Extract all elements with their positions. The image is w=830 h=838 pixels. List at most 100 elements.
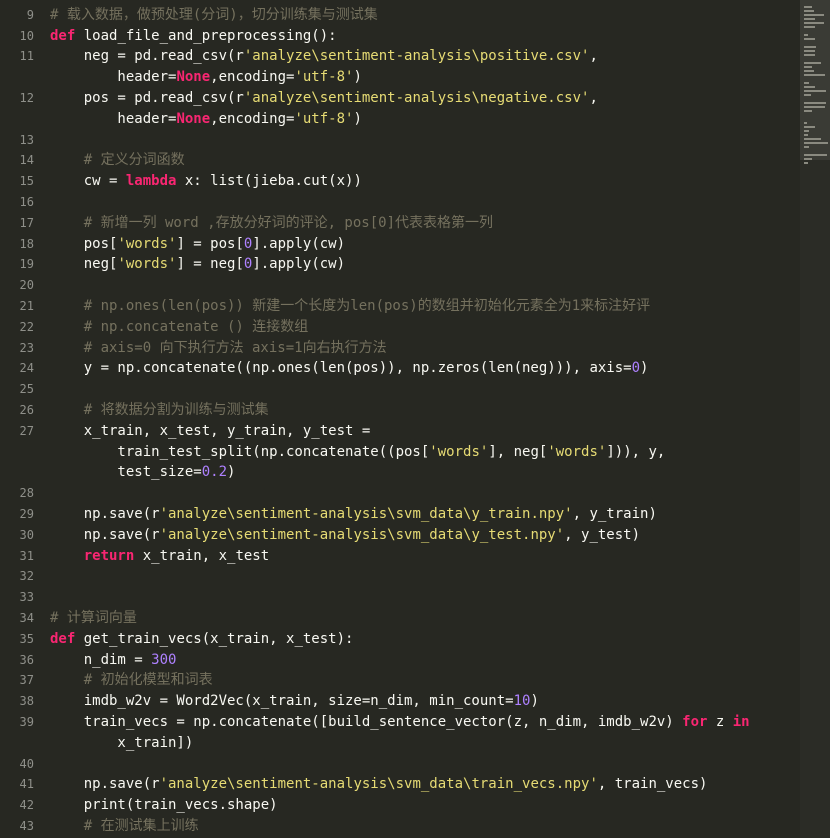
- code-token: 'words': [547, 443, 607, 460]
- code-line: np.save(r'analyze\sentiment-analysis\svm…: [50, 504, 657, 524]
- code-line: # np.ones(len(pos)) 新建一个长度为len(pos)的数组并初…: [50, 296, 650, 316]
- code-token: neg[: [50, 256, 118, 273]
- minimap[interactable]: [800, 0, 830, 838]
- code-token: header=: [50, 69, 177, 86]
- line-number: 9: [26, 7, 34, 22]
- code-token: # np.ones(len(pos)) 新建一个长度为len(pos)的数组并初…: [50, 298, 651, 314]
- code-token: y = np.concatenate((np.ones(len(pos)), n…: [50, 360, 632, 377]
- minimap-line: [804, 154, 828, 156]
- line-number: 29: [19, 507, 34, 521]
- code-token: 'utf-8': [294, 110, 354, 127]
- code-token: ,: [589, 48, 598, 65]
- line-number: 20: [19, 278, 34, 293]
- line-number: 33: [19, 590, 34, 605]
- code-token: in: [732, 714, 750, 730]
- minimap-line: [804, 82, 810, 84]
- code-line: imdb_w2v = Word2Vec(x_train, size=n_dim,…: [50, 691, 539, 711]
- line-number: 27: [19, 423, 34, 438]
- code-token: # 定义分词函数: [50, 152, 185, 169]
- code-line: # np.concatenate () 连接数组: [50, 317, 309, 337]
- line-number: 15: [19, 174, 34, 189]
- line-number: 26: [19, 403, 34, 417]
- line-number: 17: [19, 215, 34, 230]
- code-line: return x_train, x_test: [50, 546, 269, 566]
- code-line: pos['words'] = pos[0].apply(cw): [50, 234, 345, 254]
- code-token: 'analyze\sentiment-analysis\svm_data\y_t…: [159, 506, 573, 522]
- minimap-line: [804, 54, 815, 56]
- minimap-line: [804, 142, 828, 144]
- line-number: 41: [19, 777, 34, 792]
- code-line: cw = lambda x: list(jieba.cut(x)): [50, 171, 362, 191]
- code-line: test_size=0.2): [50, 462, 235, 482]
- code-token: None: [176, 110, 211, 127]
- code-token: 0.2: [201, 464, 228, 481]
- code-area[interactable]: # 载入数据，做预处理(分词)，切分训练集与测试集 def load_file_a…: [50, 0, 800, 838]
- line-number: 42: [19, 798, 34, 813]
- code-line: # axis=0 向下执行方法 axis=1向右执行方法: [50, 338, 387, 358]
- line-number: 19: [19, 257, 34, 272]
- minimap-line: [804, 122, 807, 124]
- line-number: 12: [19, 91, 34, 105]
- code-line: header=None,encoding='utf-8'): [50, 109, 361, 129]
- line-number: 37: [19, 673, 34, 688]
- line-number: 38: [19, 694, 34, 709]
- line-number: 43: [19, 819, 34, 833]
- code-token: np.save(r: [50, 526, 160, 543]
- code-token: 'utf-8': [294, 69, 354, 86]
- code-token: # 新增一列 word ,存放分好词的评论, pos[0]代表表格第一列: [50, 214, 494, 231]
- minimap-line: [804, 110, 812, 112]
- code-token: None: [176, 69, 211, 86]
- minimap-line: [804, 90, 826, 92]
- code-line: neg['words'] = neg[0].apply(cw): [50, 254, 345, 274]
- code-token: # 初始化模型和词表: [50, 672, 213, 689]
- line-number: 11: [19, 49, 34, 64]
- code-line: def load_file_and_preprocessing():: [50, 26, 337, 46]
- line-number: 22: [19, 319, 34, 334]
- code-token: , y_train): [572, 506, 657, 522]
- line-number: 23: [19, 340, 34, 355]
- minimap-line: [804, 6, 812, 8]
- line-number: 18: [19, 236, 34, 251]
- code-token: # np.concatenate () 连接数组: [50, 318, 309, 335]
- code-token: n_dim =: [50, 651, 152, 668]
- code-token: 'analyze\sentiment-analysis\svm_data\tra…: [159, 776, 598, 793]
- minimap-line: [804, 62, 821, 64]
- line-number: 32: [19, 569, 34, 584]
- code-token: cw =: [50, 173, 126, 190]
- line-number: 28: [19, 486, 34, 501]
- line-number-gutter: 8 9 10 11 12 13 14 15 16 17 18 19 20 21 22 23 24 25 26 27 28…: [0, 0, 44, 838]
- minimap-line: [804, 34, 808, 36]
- code-token: 'words': [117, 256, 177, 273]
- code-token: pos[: [50, 235, 118, 252]
- code-editor[interactable]: 8 9 10 11 12 13 14 15 16 17 18 19 20 21 22 23 24 25 26 27 28…: [0, 0, 830, 838]
- code-token: def: [50, 27, 76, 44]
- code-token: ,: [589, 90, 598, 106]
- code-token: 'analyze\sentiment-analysis\positive.csv…: [243, 48, 590, 65]
- line-number: 39: [19, 715, 34, 729]
- minimap-viewport[interactable]: [800, 0, 830, 160]
- code-token: 0: [631, 360, 641, 377]
- code-line: # 初始化模型和词表: [50, 670, 213, 690]
- minimap-line: [804, 50, 815, 52]
- code-token: ].apply(cw): [252, 256, 346, 273]
- code-line: y = np.concatenate((np.ones(len(pos)), n…: [50, 358, 649, 378]
- code-token: z: [707, 714, 733, 730]
- code-token: 'analyze\sentiment-analysis\negative.csv…: [243, 90, 590, 106]
- line-number: 31: [19, 548, 34, 563]
- code-token: load_file_and_preprocessing():: [75, 27, 337, 44]
- code-token: ].apply(cw): [252, 235, 346, 252]
- code-token: 'words': [117, 235, 177, 252]
- code-line: # 载入数据，做预处理(分词)，切分训练集与测试集: [50, 5, 378, 25]
- minimap-line: [804, 46, 816, 48]
- minimap-line: [804, 106, 825, 108]
- code-token: x_train, x_test, y_train, y_test =: [50, 422, 371, 439]
- minimap-line: [804, 102, 826, 104]
- code-token: neg = pd.read_csv(r: [50, 48, 244, 65]
- code-line: x_train]): [50, 733, 193, 753]
- line-number: 14: [19, 153, 34, 168]
- line-number: 34: [19, 611, 34, 625]
- minimap-line: [804, 74, 826, 76]
- minimap-line: [804, 38, 816, 40]
- minimap-line: [804, 66, 813, 68]
- line-number: 16: [19, 195, 34, 209]
